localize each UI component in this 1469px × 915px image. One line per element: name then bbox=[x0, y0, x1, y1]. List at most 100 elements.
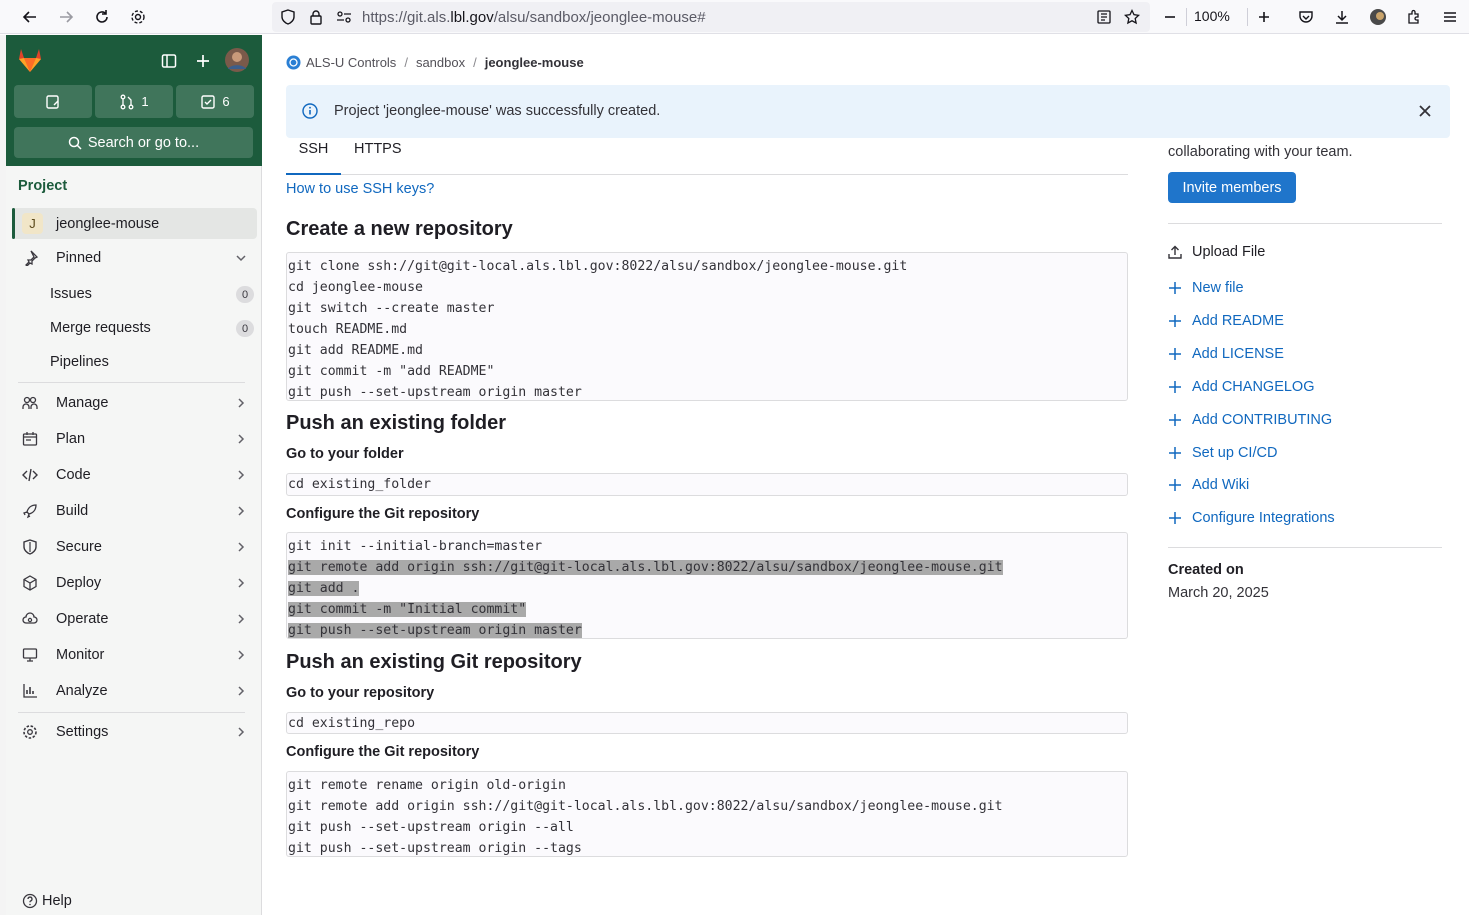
rocket-icon bbox=[22, 503, 38, 519]
sidebar-item-monitor[interactable]: Monitor bbox=[12, 639, 257, 671]
upload-icon bbox=[1168, 245, 1182, 259]
sidebar-toggle-icon[interactable] bbox=[155, 47, 183, 75]
breadcrumb-project[interactable]: jeonglee-mouse bbox=[485, 55, 584, 70]
extensions-icon[interactable] bbox=[1402, 5, 1426, 29]
sidebar-item-manage[interactable]: Manage bbox=[12, 387, 257, 419]
sidebar-item-secure[interactable]: Secure bbox=[12, 531, 257, 563]
todos-counter-button[interactable]: 6 bbox=[176, 85, 254, 118]
sidebar-item-plan[interactable]: Plan bbox=[12, 423, 257, 455]
invite-description: collaborating with your team. bbox=[1168, 144, 1353, 160]
chevron-down-icon bbox=[234, 251, 248, 265]
close-icon[interactable] bbox=[1417, 103, 1433, 119]
sidebar-item-deploy[interactable]: Deploy bbox=[12, 567, 257, 599]
chevron-right-icon bbox=[234, 504, 248, 518]
ssh-help-link[interactable]: How to use SSH keys? bbox=[286, 181, 434, 197]
url-bar[interactable]: https://git.als.lbl.gov/alsu/sandbox/jeo… bbox=[272, 2, 1150, 32]
add-contributing-link[interactable]: Add CONTRIBUTING bbox=[1168, 410, 1332, 430]
chevron-right-icon bbox=[234, 468, 248, 482]
issues-icon bbox=[45, 94, 61, 110]
created-on-label: Created on bbox=[1168, 562, 1244, 578]
menu-icon[interactable] bbox=[1438, 5, 1462, 29]
sidebar-item-code[interactable]: Code bbox=[12, 459, 257, 491]
help-button[interactable]: Help bbox=[22, 893, 72, 909]
configure-integrations-link[interactable]: Configure Integrations bbox=[1168, 508, 1335, 528]
merge-requests-counter-button[interactable]: 1 bbox=[95, 85, 173, 118]
sidebar-item-analyze[interactable]: Analyze bbox=[12, 675, 257, 707]
sidebar-item-operate[interactable]: Operate bbox=[12, 603, 257, 635]
search-label: Search or go to... bbox=[87, 134, 200, 151]
forward-icon[interactable] bbox=[54, 5, 78, 29]
back-icon[interactable] bbox=[18, 5, 42, 29]
bookmark-star-icon[interactable] bbox=[1124, 9, 1140, 25]
breadcrumb-group[interactable]: ALS-U Controls bbox=[306, 55, 396, 70]
project-name: jeonglee-mouse bbox=[56, 216, 160, 232]
folder-code-block[interactable]: cd existing_folder bbox=[286, 473, 1128, 496]
users-icon bbox=[22, 395, 38, 411]
push-folder-heading: Push an existing folder bbox=[286, 412, 507, 434]
zoom-in-icon[interactable] bbox=[1252, 5, 1276, 29]
new-repo-code-block[interactable]: git clone ssh://git@git-local.als.lbl.go… bbox=[286, 252, 1128, 401]
chevron-right-icon bbox=[234, 725, 248, 739]
configure-git-label-2: Configure the Git repository bbox=[286, 744, 480, 760]
shield-icon[interactable] bbox=[280, 9, 296, 25]
sidebar-item-settings[interactable]: Settings bbox=[12, 716, 257, 748]
plus-icon bbox=[1168, 347, 1182, 361]
browser-toolbar: https://git.als.lbl.gov/alsu/sandbox/jeo… bbox=[0, 0, 1469, 34]
zoom-out-icon[interactable] bbox=[1158, 5, 1182, 29]
pocket-icon[interactable] bbox=[1294, 5, 1318, 29]
issues-counter-button[interactable] bbox=[14, 85, 92, 118]
merge-requests-count-badge: 0 bbox=[236, 320, 254, 337]
gitlab-logo-icon[interactable] bbox=[16, 47, 46, 75]
sidebar-item-project[interactable]: J jeonglee-mouse bbox=[12, 208, 257, 239]
success-alert: Project 'jeonglee-mouse' was successfull… bbox=[286, 85, 1450, 138]
account-avatar-icon[interactable] bbox=[1366, 5, 1390, 29]
invite-members-button[interactable]: Invite members bbox=[1168, 172, 1296, 203]
sidebar-item-build[interactable]: Build bbox=[12, 495, 257, 527]
calendar-icon bbox=[22, 431, 38, 447]
reader-view-icon[interactable] bbox=[1096, 9, 1112, 25]
add-changelog-link[interactable]: Add CHANGELOG bbox=[1168, 377, 1315, 397]
search-icon bbox=[68, 136, 82, 150]
tab-ssh[interactable]: SSH bbox=[286, 138, 341, 175]
chevron-right-icon bbox=[234, 396, 248, 410]
add-license-link[interactable]: Add LICENSE bbox=[1168, 344, 1284, 364]
lock-icon[interactable] bbox=[308, 9, 324, 25]
settings-icon bbox=[22, 724, 38, 740]
repo-config-code-block[interactable]: git remote rename origin old-origin git … bbox=[286, 771, 1128, 857]
new-repo-heading: Create a new repository bbox=[286, 218, 513, 240]
chevron-right-icon bbox=[234, 612, 248, 626]
sidebar-item-merge-requests[interactable]: Merge requests 0 bbox=[12, 312, 257, 344]
tab-https[interactable]: HTTPS bbox=[354, 138, 402, 175]
upload-file-button[interactable]: Upload File bbox=[1168, 242, 1265, 262]
search-button[interactable]: Search or go to... bbox=[14, 127, 253, 158]
code-icon bbox=[22, 467, 38, 483]
settings-gear-icon[interactable] bbox=[126, 5, 150, 29]
user-avatar[interactable] bbox=[223, 46, 251, 74]
sidebar-item-pipelines[interactable]: Pipelines bbox=[12, 346, 257, 378]
repo-code-block[interactable]: cd existing_repo bbox=[286, 712, 1128, 734]
sidebar-section-label: Project bbox=[18, 178, 68, 194]
configure-git-label: Configure the Git repository bbox=[286, 506, 480, 522]
downloads-icon[interactable] bbox=[1330, 5, 1354, 29]
permissions-icon[interactable] bbox=[336, 9, 352, 25]
plus-icon bbox=[1168, 380, 1182, 394]
zoom-level[interactable]: 100% bbox=[1194, 8, 1230, 24]
group-avatar-icon bbox=[286, 55, 301, 70]
add-readme-link[interactable]: Add README bbox=[1168, 311, 1284, 331]
setup-cicd-link[interactable]: Set up CI/CD bbox=[1168, 443, 1277, 463]
sidebar-item-pinned[interactable]: Pinned bbox=[12, 242, 257, 274]
create-new-icon[interactable] bbox=[189, 47, 217, 75]
chevron-right-icon bbox=[234, 684, 248, 698]
merge-requests-count: 1 bbox=[141, 94, 149, 109]
sidebar: 1 6 Search or go to... Project J jeongle… bbox=[6, 35, 262, 915]
add-wiki-link[interactable]: Add Wiki bbox=[1168, 475, 1249, 495]
merge-request-icon bbox=[119, 94, 135, 110]
reload-icon[interactable] bbox=[90, 5, 114, 29]
chevron-right-icon bbox=[234, 576, 248, 590]
folder-config-code-block[interactable]: git init --initial-branch=master git rem… bbox=[286, 532, 1128, 639]
monitor-icon bbox=[22, 647, 38, 663]
sidebar-item-issues[interactable]: Issues 0 bbox=[12, 278, 257, 310]
url-text: https://git.als.lbl.gov/alsu/sandbox/jeo… bbox=[362, 9, 706, 26]
new-file-link[interactable]: New file bbox=[1168, 278, 1244, 298]
breadcrumb-subgroup[interactable]: sandbox bbox=[416, 55, 465, 70]
